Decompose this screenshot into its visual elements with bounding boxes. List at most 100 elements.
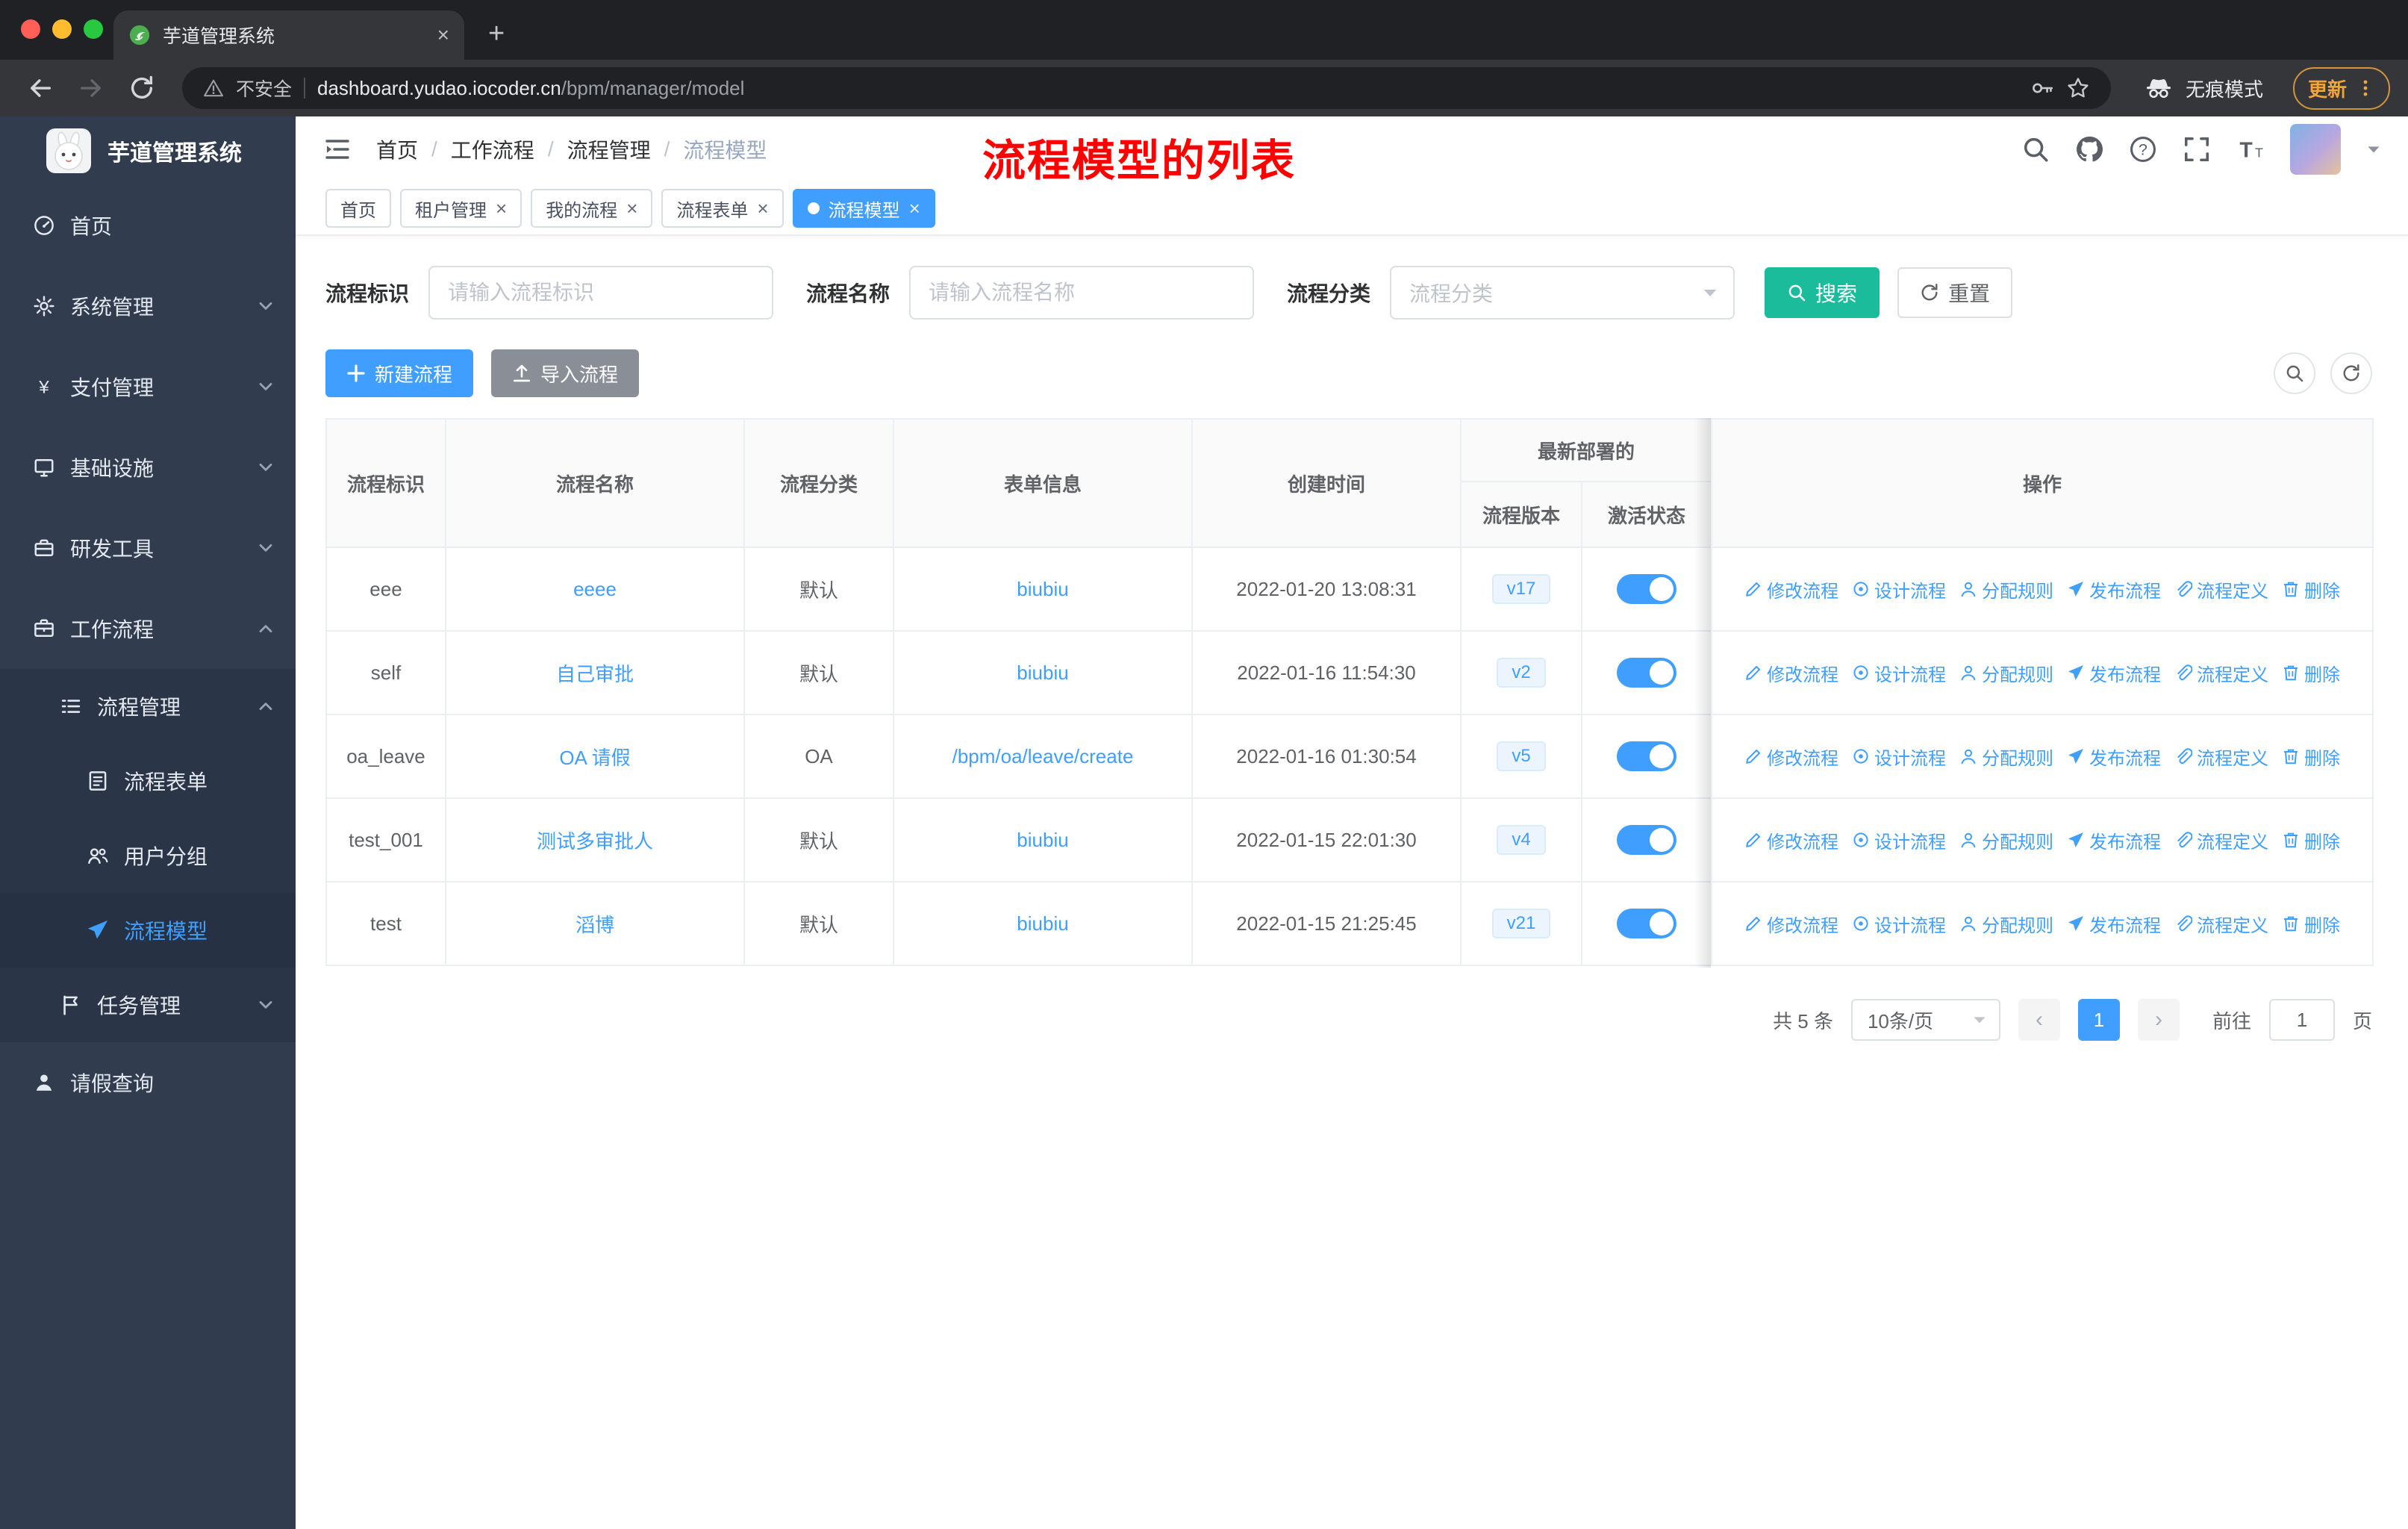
process-name-link[interactable]: 自己审批 <box>556 663 634 685</box>
action-definition-link[interactable]: 流程定义 <box>2174 744 2268 770</box>
action-assign-link[interactable]: 分配规则 <box>1959 911 2053 937</box>
minimize-window-button[interactable] <box>52 19 72 39</box>
action-assign-link[interactable]: 分配规则 <box>1959 827 2053 853</box>
action-assign-link[interactable]: 分配规则 <box>1959 744 2053 770</box>
view-tag-tenant[interactable]: 租户管理 × <box>400 189 523 228</box>
action-definition-link[interactable]: 流程定义 <box>2174 660 2268 686</box>
sidebar-item-process-model[interactable]: 流程模型 <box>0 893 296 968</box>
action-modify-link[interactable]: 修改流程 <box>1744 744 1838 770</box>
action-modify-link[interactable]: 修改流程 <box>1744 827 1838 853</box>
action-design-link[interactable]: 设计流程 <box>1852 576 1946 602</box>
action-delete-link[interactable]: 删除 <box>2282 827 2340 853</box>
chevron-down-icon[interactable] <box>2366 142 2381 157</box>
sidebar-item-devtools[interactable]: 研发工具 <box>0 508 296 588</box>
password-key-icon[interactable] <box>2030 76 2054 100</box>
active-toggle[interactable] <box>1617 574 1676 604</box>
back-icon[interactable] <box>27 75 54 102</box>
search-button[interactable]: 搜索 <box>1765 267 1880 318</box>
refresh-table-button[interactable] <box>2330 352 2372 394</box>
action-modify-link[interactable]: 修改流程 <box>1744 576 1838 602</box>
view-tag-my-process[interactable]: 我的流程 × <box>531 189 653 228</box>
reload-icon[interactable] <box>128 75 155 102</box>
action-design-link[interactable]: 设计流程 <box>1852 827 1946 853</box>
sidebar-item-workflow[interactable]: 工作流程 <box>0 588 296 669</box>
sidebar-item-task-manage[interactable]: 任务管理 <box>0 968 296 1042</box>
help-icon[interactable]: ? <box>2129 135 2157 164</box>
active-toggle[interactable] <box>1617 825 1676 855</box>
action-assign-link[interactable]: 分配规则 <box>1959 576 2053 602</box>
action-publish-link[interactable]: 发布流程 <box>2067 827 2161 853</box>
browser-tab[interactable]: 芋道管理系统 × <box>113 10 464 60</box>
search-icon[interactable] <box>2021 135 2050 164</box>
sidebar-item-process-manage[interactable]: 流程管理 <box>0 669 296 744</box>
sidebar-item-user-group[interactable]: 用户分组 <box>0 818 296 893</box>
reset-button[interactable]: 重置 <box>1897 267 2013 318</box>
active-toggle[interactable] <box>1617 909 1676 938</box>
form-info-link[interactable]: biubiu <box>1017 578 1068 600</box>
close-icon[interactable]: × <box>909 199 920 218</box>
process-name-link[interactable]: OA 请假 <box>559 747 630 769</box>
breadcrumb-item[interactable]: 流程管理 <box>567 134 651 164</box>
action-definition-link[interactable]: 流程定义 <box>2174 827 2268 853</box>
view-tag-home[interactable]: 首页 <box>325 189 391 228</box>
active-toggle[interactable] <box>1617 658 1676 688</box>
next-page-button[interactable]: › <box>2137 999 2180 1041</box>
action-delete-link[interactable]: 删除 <box>2282 744 2340 770</box>
page-size-select[interactable]: 10条/页 <box>1850 999 2000 1041</box>
action-delete-link[interactable]: 删除 <box>2282 576 2340 602</box>
process-name-input[interactable] <box>909 266 1255 320</box>
action-definition-link[interactable]: 流程定义 <box>2174 911 2268 937</box>
prev-page-button[interactable]: ‹ <box>2018 999 2060 1041</box>
security-label[interactable]: 不安全 <box>236 75 292 102</box>
form-info-link[interactable]: biubiu <box>1017 829 1068 851</box>
fullscreen-icon[interactable] <box>2183 135 2211 164</box>
github-icon[interactable] <box>2075 135 2103 164</box>
action-assign-link[interactable]: 分配规则 <box>1959 660 2053 686</box>
kebab-menu-icon[interactable] <box>2356 78 2375 98</box>
breadcrumb-item[interactable]: 工作流程 <box>451 134 534 164</box>
process-name-link[interactable]: 测试多审批人 <box>537 830 653 853</box>
toggle-search-button[interactable] <box>2274 352 2315 394</box>
action-design-link[interactable]: 设计流程 <box>1852 660 1946 686</box>
sidebar-item-leave-query[interactable]: 请假查询 <box>0 1042 296 1123</box>
action-publish-link[interactable]: 发布流程 <box>2067 576 2161 602</box>
view-tag-process-form[interactable]: 流程表单 × <box>661 189 784 228</box>
form-info-link[interactable]: /bpm/oa/leave/create <box>952 745 1134 767</box>
form-info-link[interactable]: biubiu <box>1017 661 1068 684</box>
close-icon[interactable]: × <box>626 199 637 218</box>
action-delete-link[interactable]: 删除 <box>2282 911 2340 937</box>
close-icon[interactable]: × <box>757 199 768 218</box>
action-design-link[interactable]: 设计流程 <box>1852 744 1946 770</box>
action-delete-link[interactable]: 删除 <box>2282 660 2340 686</box>
sidebar-fold-icon[interactable] <box>322 134 352 164</box>
active-toggle[interactable] <box>1617 741 1676 771</box>
form-info-link[interactable]: biubiu <box>1017 912 1068 935</box>
action-publish-link[interactable]: 发布流程 <box>2067 744 2161 770</box>
tab-close-icon[interactable]: × <box>437 25 449 46</box>
zoom-window-button[interactable] <box>84 19 103 39</box>
goto-page-input[interactable] <box>2268 999 2335 1041</box>
create-process-button[interactable]: 新建流程 <box>325 349 474 397</box>
action-design-link[interactable]: 设计流程 <box>1852 911 1946 937</box>
new-tab-button[interactable]: + <box>488 19 505 48</box>
import-process-button[interactable]: 导入流程 <box>491 349 640 397</box>
sidebar-item-home[interactable]: 首页 <box>0 185 296 266</box>
process-id-input[interactable] <box>428 266 774 320</box>
forward-icon[interactable] <box>78 75 105 102</box>
bookmark-star-icon[interactable] <box>2066 76 2090 100</box>
action-publish-link[interactable]: 发布流程 <box>2067 911 2161 937</box>
sidebar-item-process-form[interactable]: 流程表单 <box>0 744 296 818</box>
font-size-icon[interactable]: TT <box>2236 135 2265 164</box>
action-modify-link[interactable]: 修改流程 <box>1744 911 1838 937</box>
address-bar[interactable]: 不安全 dashboard.yudao.iocoder.cn/bpm/manag… <box>182 67 2111 109</box>
action-definition-link[interactable]: 流程定义 <box>2174 576 2268 602</box>
browser-update-button[interactable]: 更新 <box>2292 66 2390 110</box>
process-name-link[interactable]: eeee <box>573 578 617 600</box>
close-window-button[interactable] <box>21 19 40 39</box>
action-publish-link[interactable]: 发布流程 <box>2067 660 2161 686</box>
sidebar-item-infrastructure[interactable]: 基础设施 <box>0 427 296 508</box>
app-logo[interactable]: 芋道管理系统 <box>0 116 296 185</box>
breadcrumb-item[interactable]: 首页 <box>376 134 418 164</box>
process-category-select[interactable]: 流程分类 <box>1390 266 1735 320</box>
sidebar-item-system[interactable]: 系统管理 <box>0 266 296 346</box>
